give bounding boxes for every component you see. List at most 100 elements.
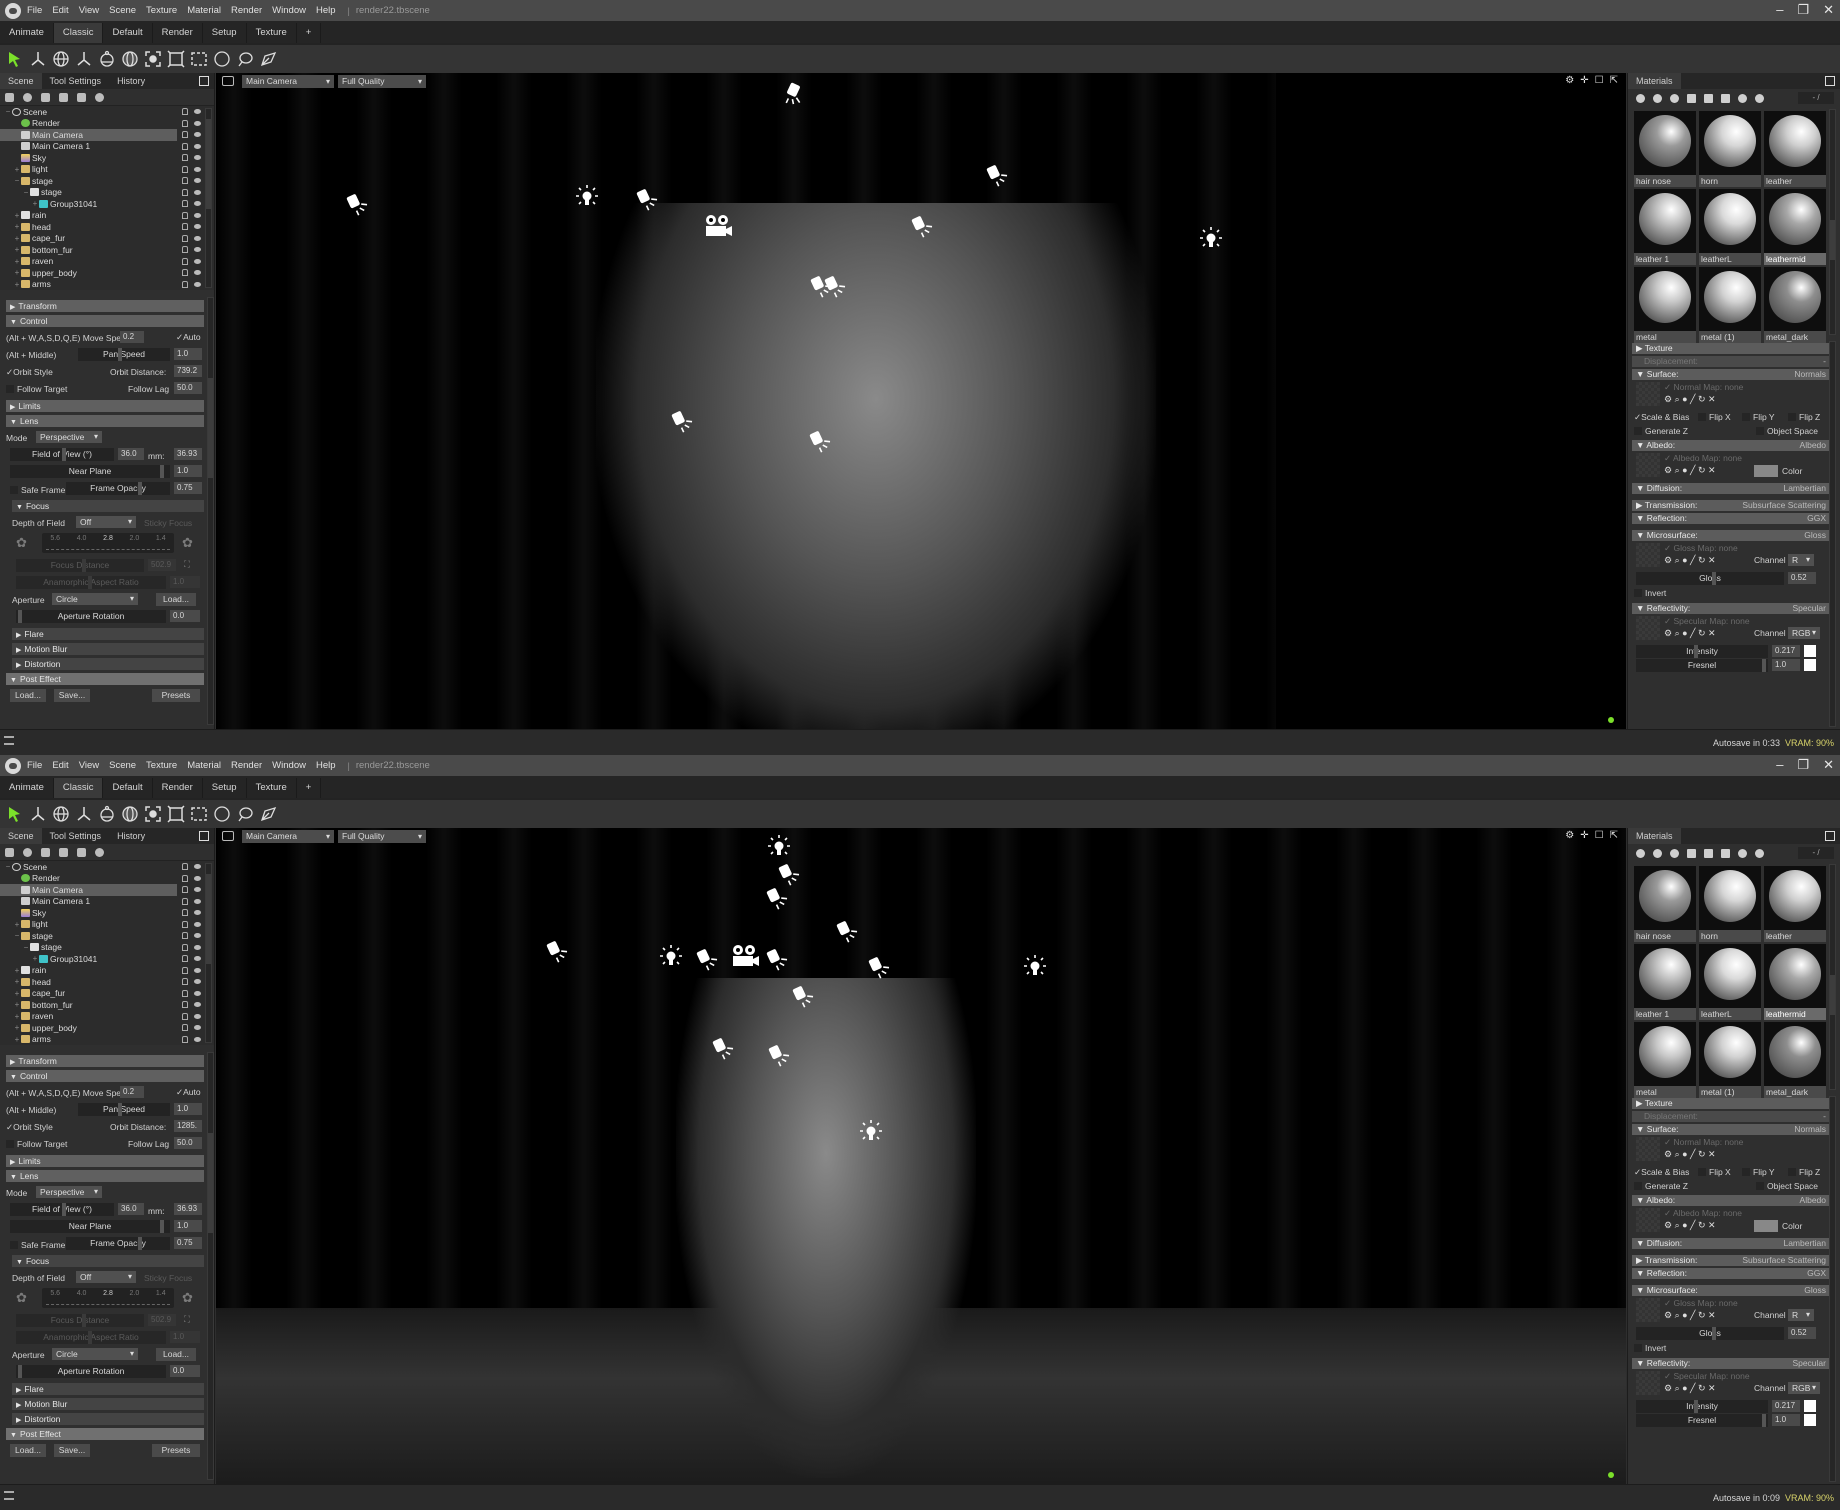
duplicate-material-icon[interactable] bbox=[1653, 848, 1662, 858]
scene-tree-item[interactable]: Render bbox=[0, 873, 214, 885]
specular-map-slot[interactable] bbox=[1636, 616, 1660, 640]
menu-texture[interactable]: Texture bbox=[146, 5, 177, 16]
scene-tree-item[interactable]: + rain bbox=[0, 965, 214, 977]
albedo-map-slot[interactable] bbox=[1636, 453, 1660, 477]
tab-default[interactable]: Default bbox=[103, 778, 153, 798]
add-sky-icon[interactable] bbox=[59, 92, 68, 102]
add-light-icon[interactable] bbox=[23, 92, 32, 102]
viewport-move-icon[interactable]: ✛ bbox=[1580, 75, 1588, 86]
material-properties-scrollbar[interactable] bbox=[1829, 341, 1836, 727]
scene-tree-item[interactable]: + upper_body bbox=[0, 267, 214, 279]
section-flare[interactable]: ▶ Flare bbox=[12, 1383, 204, 1395]
menu-window[interactable]: Window bbox=[272, 5, 306, 16]
material-thumbnail[interactable]: metal bbox=[1634, 1022, 1696, 1098]
section-distortion[interactable]: ▶ Distortion bbox=[12, 658, 204, 670]
object-space-checkbox[interactable]: Object Space bbox=[1756, 1181, 1818, 1191]
log-menu-icon[interactable] bbox=[4, 1491, 14, 1500]
section-diffusion[interactable]: ▼ Diffusion: Lambertian bbox=[1632, 483, 1832, 494]
lock-icon[interactable] bbox=[182, 211, 188, 219]
material-apply-icon[interactable] bbox=[1738, 848, 1747, 858]
invert-checkbox[interactable]: Invert bbox=[1634, 588, 1666, 598]
expander-icon[interactable]: + bbox=[13, 966, 21, 975]
lock-icon[interactable] bbox=[182, 131, 188, 138]
sphere-tool-icon[interactable] bbox=[120, 805, 139, 824]
post-save-button[interactable]: Save... bbox=[54, 689, 90, 702]
visibility-icon[interactable] bbox=[194, 967, 201, 973]
visibility-icon[interactable] bbox=[194, 166, 201, 172]
focus-distance-field[interactable]: 502.9 bbox=[148, 559, 176, 571]
material-thumbnail[interactable]: horn bbox=[1699, 866, 1761, 942]
lock-icon[interactable] bbox=[182, 246, 188, 253]
lasso-select-icon[interactable] bbox=[235, 805, 254, 824]
lock-icon[interactable] bbox=[182, 165, 188, 173]
scene-tree-item[interactable]: Main Camera 1 bbox=[0, 896, 214, 908]
lock-icon[interactable] bbox=[182, 1035, 188, 1043]
omni-light-gizmo-icon[interactable] bbox=[1020, 953, 1050, 983]
section-reflectivity[interactable]: ▼ Reflectivity: Specular bbox=[1632, 603, 1832, 614]
expander-icon[interactable]: − bbox=[4, 862, 12, 871]
gloss-field[interactable]: 0.52 bbox=[1788, 572, 1816, 584]
gloss-channel-dropdown[interactable]: R bbox=[1788, 1309, 1814, 1321]
fresnel-field[interactable]: 1.0 bbox=[1772, 1414, 1800, 1426]
menu-texture[interactable]: Texture bbox=[146, 760, 177, 771]
aperture-rotation-field[interactable]: 0.0 bbox=[170, 1365, 200, 1377]
menu-render[interactable]: Render bbox=[231, 5, 262, 16]
tab-materials[interactable]: Materials bbox=[1628, 73, 1681, 89]
pick-material-icon[interactable] bbox=[1721, 848, 1730, 858]
fstop-ruler[interactable]: 5.6 4.0 2.8 2.0 1.4 bbox=[42, 533, 174, 553]
circle-select-icon[interactable] bbox=[212, 805, 231, 824]
rotate-tool-icon[interactable] bbox=[51, 805, 70, 824]
material-thumbnail[interactable]: hair nose bbox=[1634, 111, 1696, 187]
scene-tree-item[interactable]: + upper_body bbox=[0, 1022, 214, 1034]
scene-tree-item[interactable]: Sky bbox=[0, 152, 214, 164]
expander-icon[interactable]: − bbox=[22, 188, 30, 197]
lock-icon[interactable] bbox=[182, 200, 188, 207]
camera-dropdown[interactable]: Main Camera bbox=[242, 829, 334, 843]
section-texture[interactable]: ▶ Texture bbox=[1632, 343, 1832, 354]
expander-icon[interactable]: − bbox=[13, 176, 21, 185]
scene-tree-item[interactable]: − stage bbox=[0, 930, 214, 942]
albedo-map-actions[interactable]: ⚙ ⌕ ● ╱ ↻ ✕ bbox=[1664, 1220, 1716, 1231]
visibility-icon[interactable] bbox=[194, 132, 201, 137]
menu-material[interactable]: Material bbox=[187, 760, 221, 771]
post-load-button[interactable]: Load... bbox=[10, 689, 46, 702]
log-menu-icon[interactable] bbox=[4, 736, 14, 745]
materials-scrollbar[interactable] bbox=[1829, 864, 1836, 1090]
orbit-tool-icon[interactable] bbox=[97, 805, 116, 824]
lock-icon[interactable] bbox=[182, 1024, 188, 1031]
section-post-effect[interactable]: ▼ Post Effect bbox=[6, 673, 204, 685]
tab-animate[interactable]: Animate bbox=[0, 23, 54, 43]
add-shadow-catcher-icon[interactable] bbox=[95, 92, 104, 102]
object-space-checkbox[interactable]: Object Space bbox=[1756, 426, 1818, 436]
material-thumbnail[interactable]: leather bbox=[1764, 111, 1826, 187]
section-motion-blur[interactable]: ▶ Motion Blur bbox=[12, 1398, 204, 1410]
pick-material-icon[interactable] bbox=[1721, 93, 1730, 103]
mm-field[interactable]: 36.93 bbox=[174, 448, 202, 460]
section-post-effect[interactable]: ▼ Post Effect bbox=[6, 1428, 204, 1440]
visibility-icon[interactable] bbox=[194, 281, 201, 287]
specular-map-actions[interactable]: ⚙ ⌕ ● ╱ ↻ ✕ bbox=[1664, 628, 1716, 639]
material-settings-icon[interactable] bbox=[1670, 93, 1679, 103]
section-transform[interactable]: ▶ Transform bbox=[6, 300, 204, 312]
material-thumbnail[interactable]: leather bbox=[1764, 866, 1826, 942]
dof-dropdown[interactable]: Off bbox=[76, 516, 136, 528]
viewport-settings-icon[interactable]: ⚙ bbox=[1565, 830, 1574, 841]
viewport[interactable]: Main Camera Full Quality ⚙ ✛ ☐ ⇱ bbox=[216, 73, 1626, 729]
viewport-camera-icon[interactable] bbox=[222, 76, 234, 86]
normal-map-slot[interactable] bbox=[1636, 382, 1660, 406]
pan-speed-slider[interactable]: Pan Speed bbox=[78, 1103, 170, 1116]
material-properties-scrollbar[interactable] bbox=[1829, 1096, 1836, 1482]
scene-tree-item[interactable]: + arms bbox=[0, 279, 214, 291]
circle-select-icon[interactable] bbox=[212, 50, 231, 69]
tab-setup[interactable]: Setup bbox=[203, 778, 247, 798]
pick-focus-icon[interactable]: ⛶ bbox=[184, 1314, 190, 1325]
frame-tool-icon[interactable] bbox=[166, 50, 185, 69]
menu-edit[interactable]: Edit bbox=[52, 760, 68, 771]
intensity-color-swatch[interactable] bbox=[1804, 1400, 1816, 1412]
expander-icon[interactable]: + bbox=[13, 1023, 21, 1032]
visibility-icon[interactable] bbox=[194, 875, 201, 881]
scale-tool-icon[interactable] bbox=[74, 805, 93, 824]
aperture-rotation-slider[interactable]: Aperture Rotation bbox=[16, 1365, 166, 1378]
material-thumbnail[interactable]: leathermid bbox=[1764, 944, 1826, 1020]
material-apply-icon[interactable] bbox=[1738, 93, 1747, 103]
